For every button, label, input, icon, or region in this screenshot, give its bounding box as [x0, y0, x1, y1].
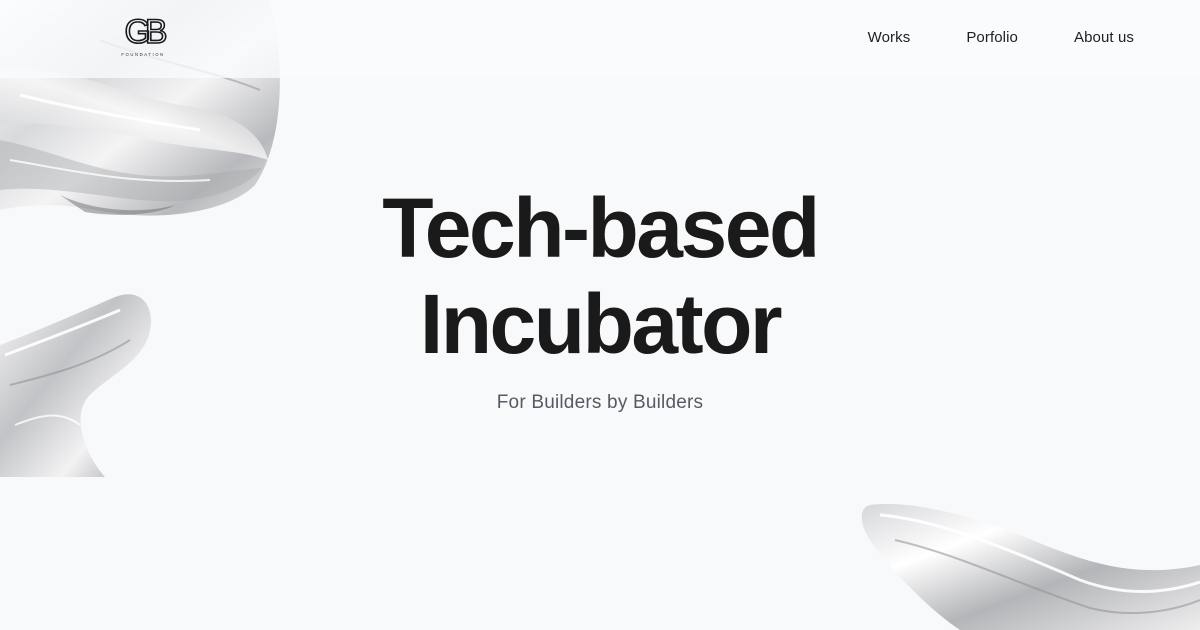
logo-subtext: FOUNDATION	[121, 52, 164, 57]
site-header: GB FOUNDATION Works Porfolio About us	[0, 0, 1200, 78]
hero-title-line-1: Tech-based	[382, 181, 820, 275]
main-nav: Works Porfolio About us	[868, 27, 1134, 48]
landing-page: GB FOUNDATION Works Porfolio About us Te…	[0, 0, 1200, 630]
hero-subtitle: For Builders by Builders	[496, 392, 704, 413]
nav-item-about-us[interactable]: About us	[1074, 27, 1134, 48]
hero-title: Tech-based Incubator	[0, 180, 1200, 372]
gb-foundation-logo[interactable]: GB FOUNDATION	[112, 12, 174, 60]
hero-title-line-2: Incubator	[419, 277, 783, 371]
nav-item-works[interactable]: Works	[868, 27, 911, 48]
chrome-wave-decoration-bottom-right	[861, 504, 1200, 630]
logo-letters: GB	[124, 13, 165, 51]
hero-section: Tech-based Incubator For Builders by Bui…	[0, 180, 1200, 414]
nav-item-portfolio[interactable]: Porfolio	[966, 27, 1018, 48]
